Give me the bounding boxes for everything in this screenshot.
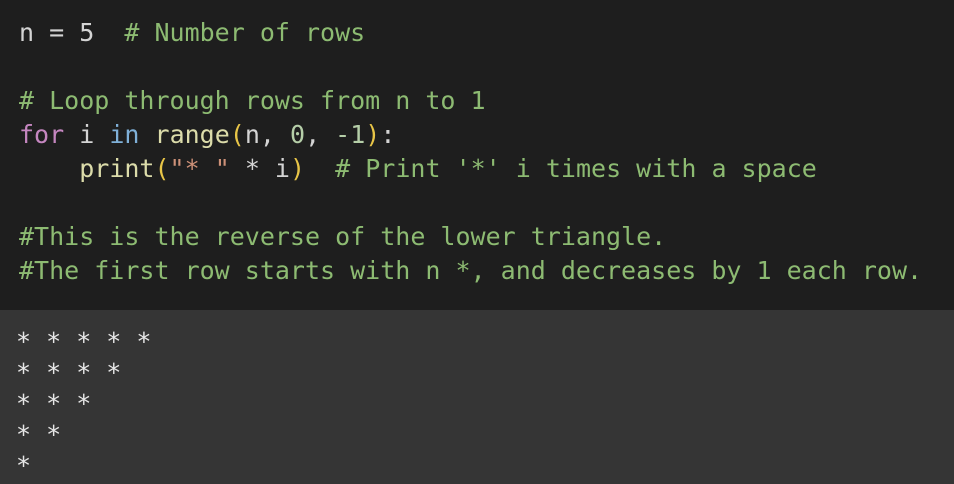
paren-close: ): [289, 154, 306, 183]
number-literal: -1: [335, 120, 366, 149]
output-line: * * *: [16, 389, 92, 418]
code-statement: n = 5: [19, 18, 95, 47]
code-comment: # Number of rows: [124, 18, 366, 47]
code-line-1: n = 5 # Number of rows: [19, 16, 365, 50]
output-panel: * * * * * * * * * * * * * * *: [0, 310, 954, 484]
paren-open: (: [229, 120, 245, 149]
keyword-for: for: [19, 120, 65, 149]
string-literal: "* ": [169, 154, 230, 183]
code-comment: #This is the reverse of the lower triang…: [19, 222, 667, 251]
number-literal: 0: [290, 120, 306, 149]
code-line-5: print("* " * i) # Print '*' i times with…: [19, 152, 817, 186]
output-line: * * * *: [16, 358, 122, 387]
code-line-4: for i in range(n, 0, -1):: [19, 118, 395, 152]
code-comment: #The first row starts with n *, and decr…: [19, 256, 923, 285]
output-line: * *: [16, 420, 62, 449]
code-line-8: #The first row starts with n *, and decr…: [19, 254, 922, 288]
range-args: ,: [305, 120, 336, 149]
function-print: print: [79, 154, 155, 183]
function-range: range: [154, 120, 230, 149]
range-args: n,: [244, 120, 290, 149]
expression: * i: [229, 154, 290, 183]
code-line-3: # Loop through rows from n to 1: [19, 84, 486, 118]
output-line: * * * * *: [16, 327, 152, 356]
code-comment: # Print '*' i times with a space: [335, 154, 817, 183]
colon: :: [380, 120, 396, 149]
paren-open: (: [154, 154, 170, 183]
code-line-7: #This is the reverse of the lower triang…: [19, 220, 666, 254]
output-line: *: [16, 451, 32, 480]
code-editor[interactable]: n = 5 # Number of rows # Loop through ro…: [0, 0, 954, 310]
keyword-in: in: [109, 120, 140, 149]
paren-close: ): [365, 120, 381, 149]
loop-variable: i: [79, 120, 95, 149]
code-comment: # Loop through rows from n to 1: [19, 86, 486, 115]
